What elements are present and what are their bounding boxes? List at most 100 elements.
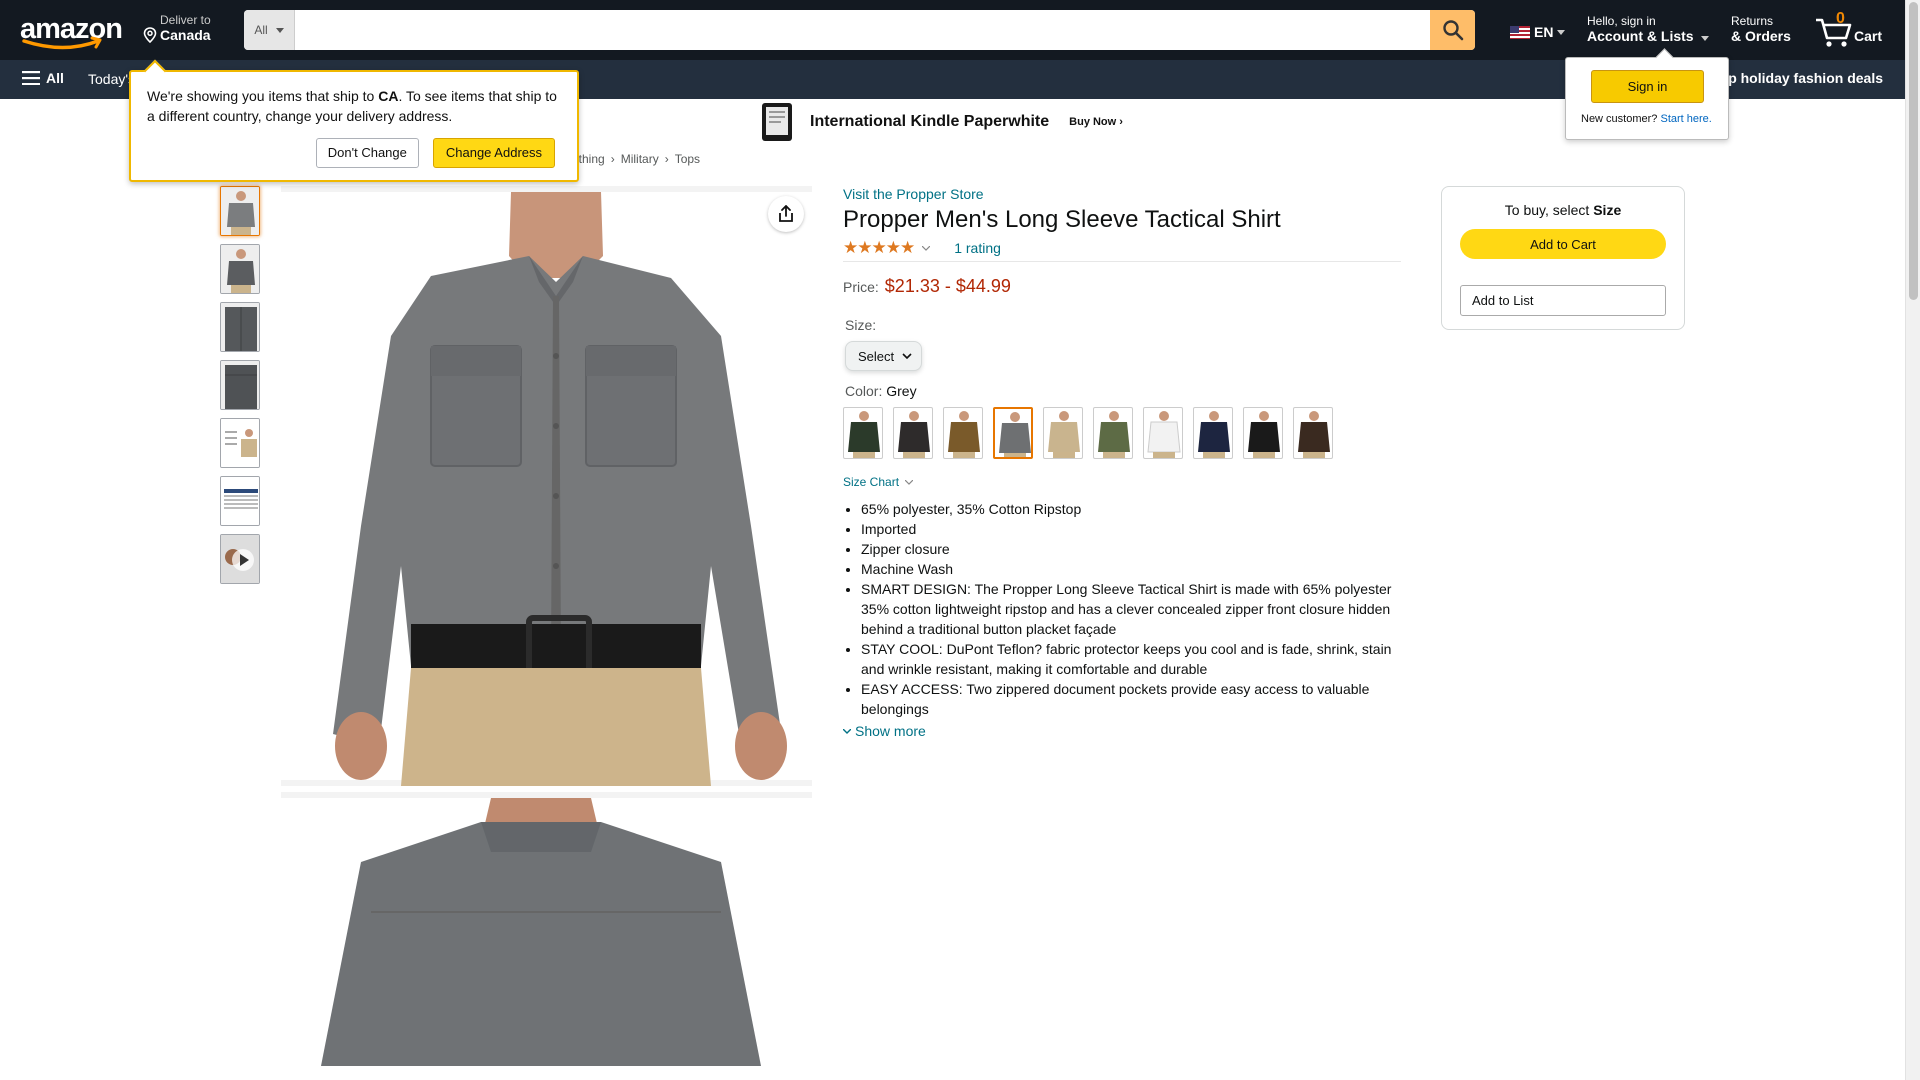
deliver-to[interactable]: Deliver to Canada	[142, 13, 211, 43]
feature-bullet: STAY COOL: DuPont Teflon? fabric protect…	[861, 639, 1401, 679]
all-menu-button[interactable]: All	[22, 70, 64, 86]
size-chart-thumbnail-graphic	[221, 477, 259, 525]
color-swatch[interactable]	[993, 407, 1033, 459]
feature-bullets: 65% polyester, 35% Cotton Ripstop Import…	[843, 499, 1401, 719]
page-scrollbar[interactable]	[1905, 0, 1920, 1080]
thumbnail-image[interactable]	[220, 360, 260, 410]
thumbnail-image[interactable]	[220, 244, 260, 294]
breadcrumb-item[interactable]: Military	[621, 152, 659, 166]
color-swatch[interactable]	[1093, 407, 1133, 459]
kindle-banner[interactable]: International Kindle Paperwhite Buy Now …	[760, 101, 1140, 143]
color-swatch[interactable]	[943, 407, 983, 459]
size-chart-label: Size Chart	[843, 475, 900, 489]
dont-change-button[interactable]: Don't Change	[315, 138, 419, 168]
size-label: Size:	[845, 317, 877, 333]
rating-row: ★★★★★ 1 rating	[843, 238, 1401, 262]
size-chart-link[interactable]: Size Chart	[843, 475, 1401, 489]
change-address-button[interactable]: Change Address	[432, 138, 555, 168]
add-to-list-button[interactable]: Add to List	[1460, 285, 1666, 316]
buy-box: To buy, select Size Add to Cart Add to L…	[1441, 186, 1685, 330]
start-here-link[interactable]: Start here.	[1660, 113, 1711, 125]
language-selector[interactable]: EN	[1510, 24, 1566, 40]
logo-smile-icon	[22, 36, 102, 50]
star-rating-icon[interactable]: ★★★★★	[843, 238, 915, 258]
share-button[interactable]	[768, 196, 804, 232]
add-to-cart-button[interactable]: Add to Cart	[1460, 229, 1666, 259]
account-greeting: Hello, sign in	[1587, 14, 1656, 28]
search-icon	[1442, 20, 1463, 41]
us-flag-icon	[1510, 25, 1530, 39]
cart-count: 0	[1836, 10, 1845, 27]
main-product-image[interactable]	[281, 186, 812, 786]
address-popover: We're showing you items that ship to CA.…	[129, 70, 579, 182]
color-row: Color: Grey	[845, 383, 1401, 399]
new-customer-label: New customer?	[1581, 113, 1658, 125]
kindle-device-graphic	[762, 103, 792, 141]
all-menu-label: All	[46, 70, 64, 86]
kindle-buy-now-link[interactable]: Buy Now ›	[1069, 116, 1123, 128]
amazon-logo[interactable]: amazon	[18, 10, 123, 52]
color-swatch[interactable]	[893, 407, 933, 459]
show-more-link[interactable]: Show more	[843, 723, 1401, 739]
feature-bullet: Imported	[861, 519, 1401, 539]
size-dropdown[interactable]: Select	[845, 341, 922, 371]
thumbnail-image[interactable]	[220, 186, 260, 236]
account-menu[interactable]: Hello, sign in Account & Lists	[1587, 14, 1710, 45]
thumbnail-image[interactable]	[220, 302, 260, 352]
size-dropdown-value: Select	[858, 348, 895, 364]
popover-text: We're showing you items that ship to	[147, 88, 379, 104]
deliver-to-label: Deliver to	[160, 13, 211, 27]
color-swatch[interactable]	[1143, 407, 1183, 459]
todays-deals-link[interactable]: Today's	[88, 71, 135, 87]
search-category-select[interactable]: All	[244, 10, 295, 50]
location-pin-icon	[143, 27, 157, 43]
language-label: EN	[1534, 24, 1554, 40]
shirt-thumbnail-graphic	[221, 187, 259, 235]
breadcrumb-item[interactable]: Tops	[675, 152, 700, 166]
search-input[interactable]	[295, 10, 1430, 50]
feature-bullet: EASY ACCESS: Two zippered document pocke…	[861, 679, 1401, 719]
orders-label: & Orders	[1731, 28, 1791, 44]
feature-bullet: SMART DESIGN: The Propper Long Sleeve Ta…	[861, 579, 1401, 639]
returns-orders-link[interactable]: Returns & Orders	[1731, 14, 1791, 45]
shirt-back-image	[281, 792, 812, 1066]
cart-label: Cart	[1854, 28, 1883, 44]
color-value: Grey	[886, 383, 917, 399]
swatch-shirt-graphic	[948, 411, 980, 458]
thumbnail-image[interactable]	[220, 418, 260, 468]
signin-button[interactable]: Sign in	[1591, 70, 1704, 103]
deliver-country: Canada	[160, 27, 211, 43]
color-swatch[interactable]	[1193, 407, 1233, 459]
address-popover-message: We're showing you items that ship to CA.…	[147, 86, 561, 126]
feature-bullet: 65% polyester, 35% Cotton Ripstop	[861, 499, 1401, 519]
signin-popover: Sign in New customer? Start here.	[1565, 57, 1729, 140]
color-swatch[interactable]	[843, 407, 883, 459]
thumbnail-image[interactable]	[220, 476, 260, 526]
swatch-shirt-graphic	[1098, 411, 1130, 458]
product-info: Visit the Propper Store Propper Men's Lo…	[843, 186, 1401, 739]
feature-bullet: Zipper closure	[861, 539, 1401, 559]
color-swatch[interactable]	[1043, 407, 1083, 459]
feature-bullet: Machine Wash	[861, 559, 1401, 579]
video-thumbnail[interactable]	[220, 534, 260, 584]
shirt-thumbnail-graphic	[221, 245, 259, 293]
holiday-deals-link[interactable]: p holiday fashion deals	[1728, 70, 1883, 86]
page: amazon Deliver to Canada All EN Hello, s…	[0, 0, 1920, 1080]
chevron-down-icon[interactable]	[922, 245, 931, 251]
price-label: Price:	[843, 279, 879, 295]
size-guide-thumbnail-graphic	[221, 419, 259, 467]
ratings-count-link[interactable]: 1 rating	[954, 240, 1001, 256]
store-link[interactable]: Visit the Propper Store	[843, 186, 1401, 202]
product-title: Propper Men's Long Sleeve Tactical Shirt	[843, 206, 1281, 233]
swatch-shirt-graphic	[1198, 411, 1230, 458]
swatch-shirt-graphic	[1147, 411, 1181, 458]
shirt-model-image	[281, 186, 812, 786]
chevron-down-icon	[905, 479, 914, 485]
cart-link[interactable]: 0 Cart	[1814, 10, 1886, 50]
color-swatch[interactable]	[1293, 407, 1333, 459]
search-button[interactable]	[1430, 10, 1475, 50]
color-swatch[interactable]	[1243, 407, 1283, 459]
scrollbar-thumb[interactable]	[1909, 2, 1918, 300]
show-more-label: Show more	[855, 723, 926, 739]
secondary-product-image[interactable]	[281, 792, 812, 1066]
